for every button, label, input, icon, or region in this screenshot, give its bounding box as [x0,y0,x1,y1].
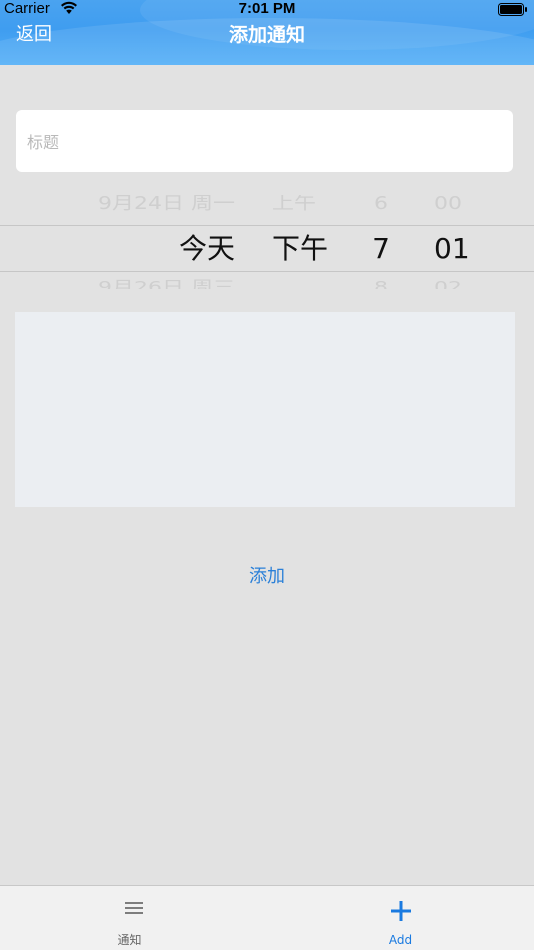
date-time-picker[interactable]: 9月24日 周一 上午 6 00 今天 下午 7 01 9月26日 周三 8 0… [0,195,534,295]
picker-date-selected[interactable]: 今天 [0,226,235,271]
picker-minute-selected[interactable]: 01 [434,226,470,271]
picker-minute: 00 [434,195,462,214]
navigation-header: Carrier 7:01 PM 返回 添加通知 [0,0,534,65]
status-bar: Carrier 7:01 PM [0,0,534,18]
picker-ampm: 上午 [272,195,317,214]
tab-label: 通知 [117,933,142,947]
picker-hour: 8 [374,278,388,289]
content-text-area[interactable] [15,312,515,507]
plus-icon [390,900,412,926]
tab-add[interactable]: Add [267,886,534,950]
add-button[interactable]: 添加 [0,564,534,590]
page-title: 添加通知 [228,24,305,46]
picker-row-above[interactable]: 9月24日 周一 上午 6 00 [0,195,534,217]
list-icon [124,900,143,920]
picker-ampm-selected[interactable]: 下午 [272,226,328,271]
picker-date: 9月26日 周三 [98,278,235,289]
picker-date: 9月24日 周一 [98,195,235,214]
tab-notifications[interactable]: 通知 [0,886,267,950]
picker-row-below[interactable]: 9月26日 周三 8 02 [0,275,534,289]
add-notification-screen: Carrier 7:01 PM 返回 添加通知 标题 9月24日 周一 上午 6… [0,0,534,950]
tab-bar: 通知 Add [0,885,534,950]
picker-hour-selected[interactable]: 7 [370,226,392,271]
picker-selected-row[interactable]: 今天 下午 7 01 [0,225,534,272]
tab-label: Add [388,933,413,947]
picker-hour: 6 [374,195,388,214]
battery-icon [498,2,528,16]
picker-minute: 02 [434,278,462,289]
title-field[interactable] [16,110,513,174]
status-time: 7:01 PM [238,0,296,17]
title-input[interactable] [25,110,508,174]
